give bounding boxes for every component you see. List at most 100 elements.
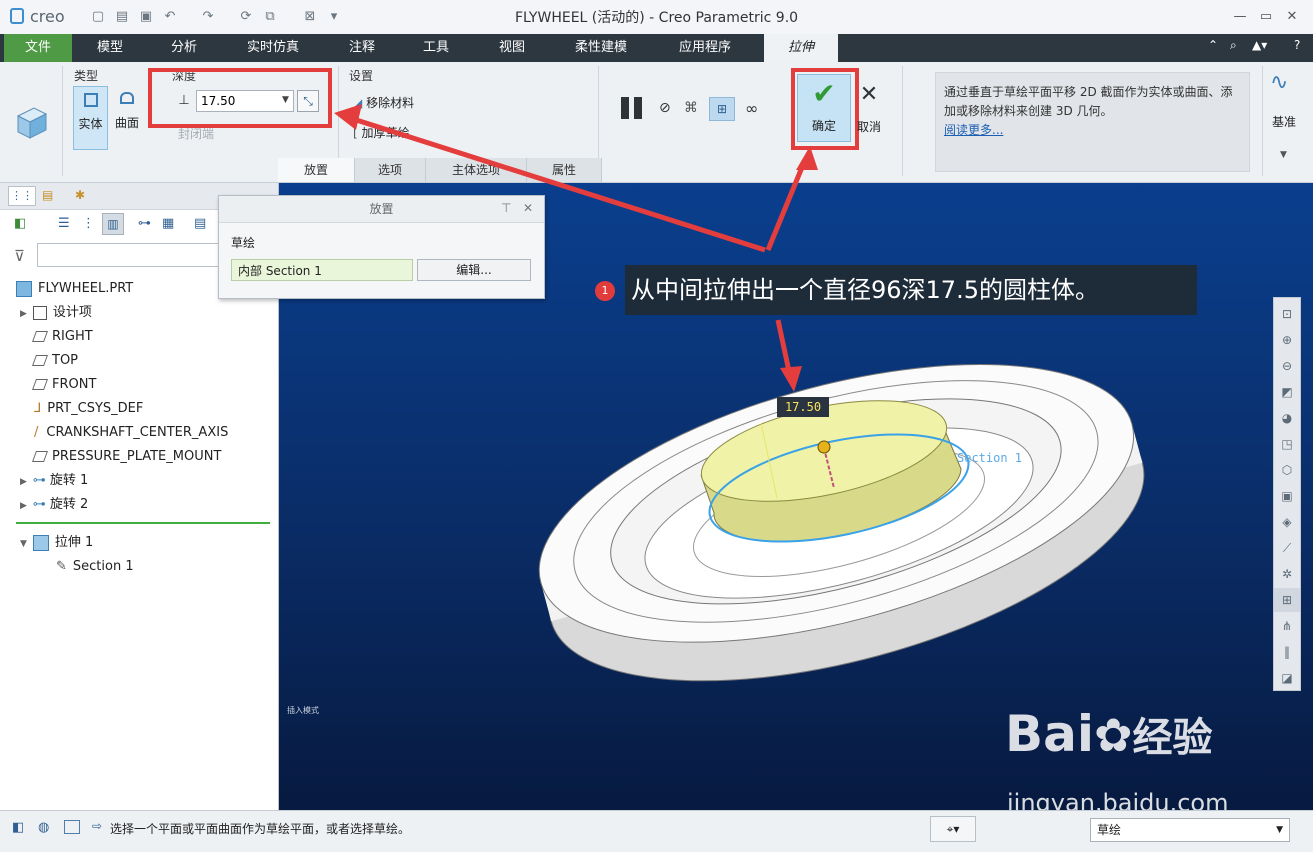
minimize-button[interactable]: — — [1228, 8, 1252, 26]
zoom-in-icon[interactable]: ⊕ — [1274, 328, 1300, 352]
subtab-placement[interactable]: 放置 — [278, 158, 355, 182]
browser-toggle-icon[interactable]: ◍ — [38, 820, 49, 835]
tree-filter-icon[interactable]: ⋮ — [82, 216, 95, 231]
model-display-icon[interactable]: ◧ — [14, 216, 26, 231]
search-icon[interactable]: ⌕ — [1230, 38, 1237, 53]
folder-browser-tab-icon[interactable]: ▤ — [42, 188, 53, 202]
collapse-ribbon-icon[interactable]: ⌃ — [1208, 38, 1218, 52]
cancel-button[interactable]: ✕ 取消 — [856, 80, 882, 140]
customize-toolbar-icon[interactable]: ▾ — [326, 9, 342, 25]
tab-tools[interactable]: 工具 — [410, 34, 462, 62]
expand-icon[interactable]: ▶ — [20, 477, 27, 487]
windows-icon[interactable]: ⧉ — [262, 9, 278, 25]
annotation-display-icon[interactable]: ✲ — [1274, 562, 1300, 586]
tree-item-front[interactable]: FRONT — [0, 373, 312, 397]
extrude-feature-icon — [16, 107, 48, 139]
tree-settings-icon[interactable]: ☰ — [58, 216, 70, 231]
tab-flexible-modeling[interactable]: 柔性建模 — [564, 34, 638, 62]
depth-dimension-label[interactable]: 17.50 — [777, 397, 829, 417]
expand-icon[interactable]: ▶ — [20, 309, 27, 319]
thicken-sketch-button[interactable]: ⌊ 加厚草绘 — [353, 124, 410, 141]
favorites-tab-icon[interactable]: ✱ — [75, 188, 85, 202]
saved-views-icon[interactable]: ◳ — [1274, 432, 1300, 456]
pause-button[interactable] — [621, 97, 643, 119]
subtab-options[interactable]: 选项 — [355, 158, 426, 182]
verify-mode-icon[interactable]: ⊞ — [709, 97, 735, 121]
view-manager-icon[interactable]: ⬡ — [1274, 458, 1300, 482]
tab-applications[interactable]: 应用程序 — [668, 34, 742, 62]
graduation-cap-icon[interactable]: ▲▾ — [1252, 38, 1267, 52]
datum-dropdown-icon[interactable]: ▼ — [1280, 150, 1287, 160]
close-window-icon[interactable]: ⊠ — [302, 9, 318, 25]
refit-icon[interactable]: ⊡ — [1274, 302, 1300, 326]
repaint-icon[interactable]: ◩ — [1274, 380, 1300, 404]
tree-item-design-items[interactable]: ▶ 设计项 — [0, 301, 298, 325]
datum-display-icon[interactable]: ⟋ — [1274, 536, 1300, 560]
redo-icon[interactable]: ↷ — [200, 9, 216, 25]
new-file-icon[interactable]: ▢ — [90, 9, 106, 25]
tree-item-right[interactable]: RIGHT — [0, 325, 312, 349]
solid-button[interactable]: 实体 — [73, 86, 108, 150]
tree-item-top[interactable]: TOP — [0, 349, 312, 373]
section-view-icon[interactable]: ◈ — [1274, 510, 1300, 534]
open-file-icon[interactable]: ▤ — [114, 9, 130, 25]
datum-axis-icon: / — [34, 425, 39, 440]
tab-analysis[interactable]: 分析 — [158, 34, 210, 62]
zoom-out-icon[interactable]: ⊖ — [1274, 354, 1300, 378]
sketch-curve-icon[interactable]: ∿ — [1270, 70, 1288, 95]
perspective-icon[interactable]: ▣ — [1274, 484, 1300, 508]
details-icon[interactable]: ▤ — [194, 216, 206, 231]
selection-filter-select[interactable]: 草绘 ▼ — [1090, 818, 1290, 842]
filter-funnel-icon[interactable]: ⊽ — [14, 247, 25, 265]
section-collector[interactable]: 内部 Section 1 — [231, 259, 413, 281]
columns-icon[interactable]: ⊶ — [138, 216, 151, 231]
tree-search-input[interactable] — [37, 243, 223, 267]
edit-section-button[interactable]: 编辑... — [417, 259, 531, 281]
tab-annotate[interactable]: 注释 — [336, 34, 388, 62]
tree-item-axis[interactable]: / CRANKSHAFT_CENTER_AXIS — [0, 421, 312, 445]
orient-icon[interactable]: ◪ — [1274, 666, 1300, 690]
surface-button[interactable]: 曲面 — [110, 86, 144, 150]
tree-item-revolve-2[interactable]: ▶ ⊶ 旋转 2 — [0, 493, 298, 517]
tree-item-extrude-1[interactable]: ▼ 拉伸 1 — [0, 531, 298, 555]
maximize-button[interactable]: ▭ — [1254, 8, 1278, 26]
full-screen-icon[interactable] — [64, 820, 80, 834]
tab-extrude[interactable]: 拉伸 — [764, 34, 838, 62]
insert-here-line[interactable] — [16, 522, 270, 524]
tab-file[interactable]: 文件 — [4, 34, 72, 62]
save-icon[interactable]: ▣ — [138, 9, 154, 25]
regenerate-icon[interactable]: ⟳ — [238, 9, 254, 25]
pause-view-icon[interactable]: ‖ — [1274, 640, 1300, 664]
model-tree-toggle-icon[interactable]: ◧ — [12, 820, 24, 835]
pin-icon[interactable]: ⊤ — [501, 201, 511, 215]
tab-live-simulation[interactable]: 实时仿真 — [236, 34, 310, 62]
glasses-icon[interactable]: ∞ — [745, 99, 758, 118]
tree-item-mount[interactable]: PRESSURE_PLATE_MOUNT — [0, 445, 312, 469]
close-button[interactable]: ✕ — [1280, 8, 1304, 26]
model-tree-tab-icon[interactable]: ⋮⋮ — [8, 186, 36, 206]
tree-item-revolve-1[interactable]: ▶ ⊶ 旋转 1 — [0, 469, 298, 493]
expand-icon[interactable]: ▶ — [20, 501, 27, 511]
close-panel-icon[interactable]: ✕ — [523, 201, 533, 215]
layers-icon[interactable]: ▦ — [162, 216, 174, 231]
preview-icon[interactable]: ⌘ — [684, 100, 698, 116]
remove-material-button[interactable]: ◢ 移除材料 — [353, 94, 414, 111]
help-icon[interactable]: ? — [1294, 38, 1300, 52]
help-text: 通过垂直于草绘平面平移 2D 截面作为实体或曲面、添加或移除材料来创建 3D 几… — [944, 85, 1233, 118]
datum-button[interactable]: 基准 — [1272, 113, 1296, 130]
subtab-body-options[interactable]: 主体选项 — [426, 158, 527, 182]
tab-model[interactable]: 模型 — [84, 34, 136, 62]
subtab-properties[interactable]: 属性 — [527, 158, 602, 182]
display-style-icon[interactable]: ◕ — [1274, 406, 1300, 430]
sketch-view-icon[interactable]: ⋔ — [1274, 614, 1300, 638]
show-icon[interactable]: ▥ — [102, 213, 124, 235]
undo-icon[interactable]: ↶ — [162, 9, 178, 25]
collapse-icon[interactable]: ▼ — [20, 539, 27, 549]
tree-item-csys[interactable]: ⅃ PRT_CSYS_DEF — [0, 397, 312, 421]
spin-center-icon[interactable]: ⊞ — [1274, 588, 1300, 612]
read-more-link[interactable]: 阅读更多... — [944, 121, 1241, 140]
no-preview-icon[interactable]: ⊘ — [659, 100, 671, 116]
tab-view[interactable]: 视图 — [486, 34, 538, 62]
message-arrow-icon: ⇨ — [92, 819, 103, 833]
find-icon[interactable]: ⌖▾ — [930, 816, 976, 842]
